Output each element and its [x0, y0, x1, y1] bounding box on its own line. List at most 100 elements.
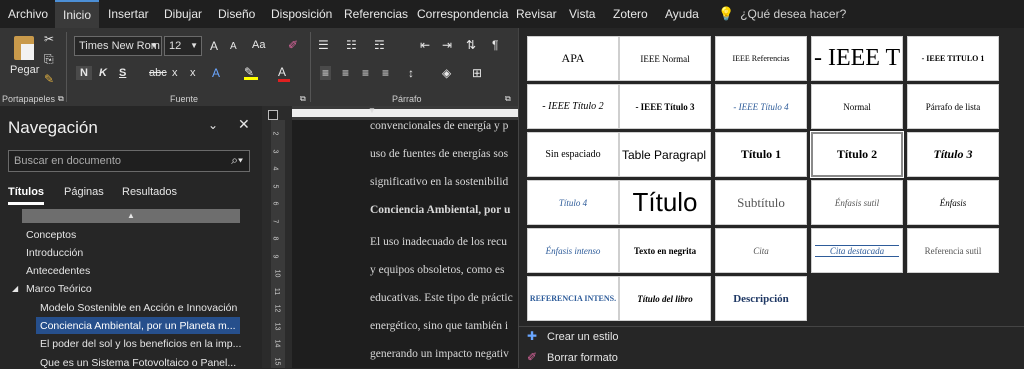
style-enfasis[interactable]: Énfasis [907, 180, 999, 225]
style-titulo-1[interactable]: Título 1 [715, 132, 807, 177]
nav-item-modelo-sostenible[interactable]: Modelo Sostenible en Acción e Innovación [40, 302, 237, 314]
tell-me-search[interactable]: 💡 ¿Qué desea hacer? [718, 0, 846, 28]
font-color-button[interactable]: A [278, 65, 290, 82]
style-descripcion[interactable]: Descripción [715, 276, 807, 321]
style-subtitulo[interactable]: Subtítulo [715, 180, 807, 225]
style-enfasis-intenso[interactable]: Énfasis intenso [527, 228, 619, 273]
portapapeles-launcher-icon[interactable]: ⧉ [58, 94, 64, 104]
nav-item-conceptos[interactable]: Conceptos [26, 229, 76, 241]
nav-search-box[interactable]: Buscar en documento ⌕▾ [8, 150, 250, 172]
style-cita-destacada[interactable]: Cita destacada [811, 228, 903, 273]
style-titulo-4[interactable]: Título 4 [527, 180, 619, 225]
subscript-button[interactable]: x [172, 67, 178, 79]
style-referencia-intensa[interactable]: REFERENCIA INTENS. [527, 276, 619, 321]
tab-diseno[interactable]: Diseño [218, 0, 255, 28]
style-titulo-3[interactable]: Título 3 [907, 132, 999, 177]
text-effects-icon[interactable]: A [212, 66, 220, 80]
style-referencia-sutil[interactable]: Referencia sutil [907, 228, 999, 273]
nav-item-conciencia-ambiental[interactable]: Conciencia Ambiental, por un Planeta m..… [40, 320, 236, 332]
line-spacing-icon[interactable]: ↕ [408, 66, 414, 80]
italic-button[interactable]: K [99, 67, 107, 79]
style-normal[interactable]: Normal [811, 84, 903, 129]
tab-resultados[interactable]: Resultados [122, 186, 177, 198]
style-apa[interactable]: APA [527, 36, 619, 81]
nav-item-antecedentes[interactable]: Antecedentes [26, 265, 90, 277]
style-cita[interactable]: Cita [715, 228, 807, 273]
nav-item-introduccion[interactable]: Introducción [26, 247, 83, 259]
style-ieee-titulo-2[interactable]: - IEEE Título 2 [527, 84, 619, 129]
search-icon[interactable]: ⌕▾ [231, 153, 243, 168]
numbering-icon[interactable]: ☷ [346, 38, 357, 52]
create-style-item[interactable]: Crear un estilo [547, 331, 619, 343]
bold-button[interactable]: N [76, 66, 92, 80]
style-ieee-normal[interactable]: IEEE Normal [619, 36, 711, 81]
style-ieee-titulo[interactable]: - IEEE T [811, 36, 903, 81]
chevron-down-icon[interactable]: ⌄ [208, 118, 218, 132]
bullets-icon[interactable]: ☰ [318, 38, 329, 52]
style-ieee-titulo-4[interactable]: - IEEE Título 4 [715, 84, 807, 129]
tab-zotero[interactable]: Zotero [613, 0, 648, 28]
align-center-icon[interactable]: ≡ [342, 66, 349, 80]
style-texto-en-negrita[interactable]: Texto en negrita [619, 228, 711, 273]
expand-triangle-icon[interactable]: ◢ [12, 284, 18, 293]
grow-font-button[interactable]: A [210, 39, 218, 53]
font-name-box[interactable]: Times New Rom ▼ [74, 36, 162, 56]
tab-dibujar[interactable]: Dibujar [164, 0, 202, 28]
style-ieee-titulo-1[interactable]: - IEEE TITULO 1 [907, 36, 999, 81]
underline-button[interactable]: S [119, 67, 126, 79]
fuente-launcher-icon[interactable]: ⧉ [300, 94, 306, 104]
style-sin-espaciado[interactable]: Sin espaciado [527, 132, 619, 177]
nav-item-marco-teorico[interactable]: Marco Teórico [26, 283, 92, 295]
change-case-button[interactable]: Aa [252, 39, 265, 51]
style-titulo[interactable]: Título [619, 180, 711, 225]
increase-indent-icon[interactable]: ⇥ [442, 38, 452, 52]
clear-formatting-item[interactable]: Borrar formato [547, 352, 618, 364]
close-icon[interactable]: ✕ [238, 116, 250, 133]
strikethrough-button[interactable]: abc [149, 67, 167, 79]
paste-button[interactable]: Pegar [8, 32, 42, 88]
tab-insertar[interactable]: Insertar [108, 0, 149, 28]
tab-vista[interactable]: Vista [569, 0, 595, 28]
clear-formatting-icon[interactable]: ✐ [288, 38, 298, 52]
justify-icon[interactable]: ≡ [382, 66, 389, 80]
tab-ayuda[interactable]: Ayuda [665, 0, 699, 28]
highlight-icon[interactable]: ✎ [244, 65, 258, 80]
tab-disposicion[interactable]: Disposición [271, 0, 332, 28]
show-marks-button[interactable]: ¶ [492, 38, 498, 52]
tab-paginas[interactable]: Páginas [64, 186, 104, 198]
tab-titulos[interactable]: Títulos [8, 186, 45, 205]
tab-revisar[interactable]: Revisar [516, 0, 557, 28]
style-parrafo-de-lista[interactable]: Párrafo de lista [907, 84, 999, 129]
copy-icon[interactable]: ⎘ [44, 52, 54, 67]
shrink-font-button[interactable]: A [230, 41, 237, 52]
tab-selector-icon[interactable] [268, 110, 278, 120]
style-ieee-titulo-3[interactable]: - IEEE Título 3 [619, 84, 711, 129]
cut-icon[interactable]: ✂ [44, 32, 54, 46]
document-page[interactable]: convencionales de energía y p uso de fue… [292, 120, 520, 368]
nav-item-sistema-fotovoltaico[interactable]: Que es un Sistema Fotovoltaico o Panel..… [40, 357, 236, 369]
borders-icon[interactable]: ⊞ [472, 66, 482, 80]
font-size-box[interactable]: 12 ▼ [164, 36, 202, 56]
nav-item-poder-del-sol[interactable]: El poder del sol y los beneficios en la … [40, 338, 241, 350]
superscript-button[interactable]: x [190, 67, 196, 79]
shading-icon[interactable]: ◈ [442, 66, 451, 80]
style-titulo-2[interactable]: Título 2 [810, 131, 904, 178]
parrafo-launcher-icon[interactable]: ⧉ [505, 94, 511, 104]
multilevel-list-icon[interactable]: ☶ [374, 38, 385, 52]
tab-archivo[interactable]: Archivo [8, 0, 48, 28]
tab-correspondencia[interactable]: Correspondencia [417, 0, 508, 28]
indent-marker-icon[interactable]: ▼ [368, 106, 376, 115]
sort-icon[interactable]: ⇅ [466, 38, 476, 52]
collapse-bar[interactable]: ▲ [22, 209, 240, 223]
style-titulo-del-libro[interactable]: Título del libro [619, 276, 711, 321]
tab-inicio[interactable]: Inicio [55, 0, 100, 28]
tab-referencias[interactable]: Referencias [344, 0, 408, 28]
format-painter-icon[interactable]: ✎ [44, 72, 54, 86]
decrease-indent-icon[interactable]: ⇤ [420, 38, 430, 52]
font-size-value: 12 [169, 40, 182, 52]
style-enfasis-sutil[interactable]: Énfasis sutil [811, 180, 903, 225]
style-ieee-referencias[interactable]: IEEE Referencias [715, 36, 807, 81]
align-right-icon[interactable]: ≡ [362, 66, 369, 80]
align-left-icon[interactable]: ≡ [320, 66, 332, 80]
style-table-paragraph[interactable]: Table Paragrapl [619, 132, 711, 177]
